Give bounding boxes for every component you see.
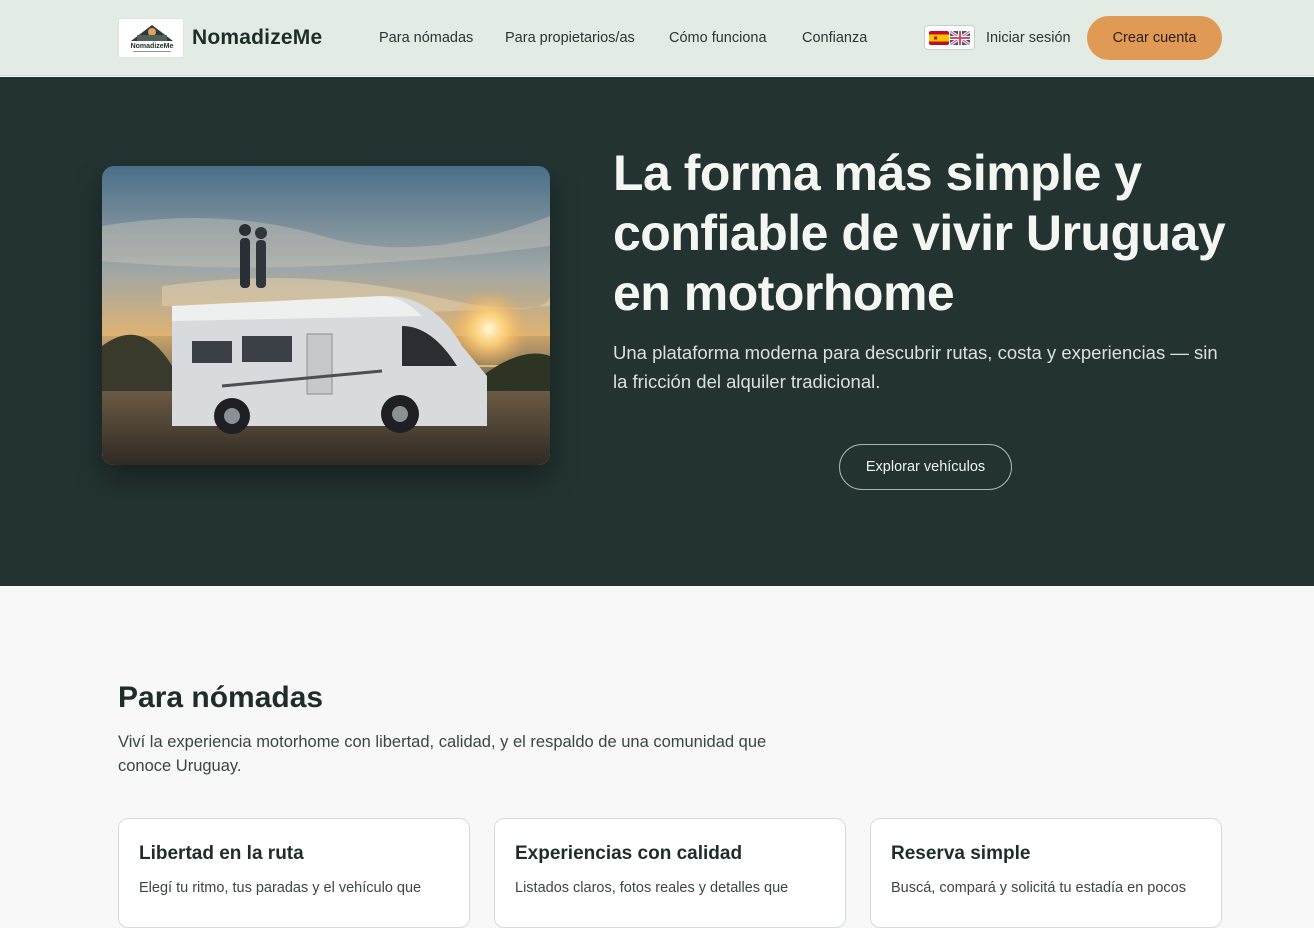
card-text: Buscá, compará y solicitá tu estadía en … (891, 880, 1186, 896)
nav-confianza[interactable]: Confianza (802, 30, 867, 46)
nav-para-propietarios[interactable]: Para propietarios/as (505, 30, 635, 46)
login-link[interactable]: Iniciar sesión (986, 30, 1071, 46)
hero-subtitle: Una plataforma moderna para descubrir ru… (613, 342, 1218, 392)
hero-title: La forma más simple y confiable de vivir… (613, 145, 1226, 321)
card-title: Libertad en la ruta (139, 843, 304, 864)
section-description: Viví la experiencia motorhome con libert… (118, 733, 767, 775)
nav-para-nomadas[interactable]: Para nómadas (379, 30, 473, 46)
card-title: Reserva simple (891, 843, 1031, 864)
top-navigation: NomadizeMe NomadizeMe Para nómadas Para … (0, 0, 1314, 76)
logo[interactable]: NomadizeMe (118, 18, 184, 58)
nav-como-funciona[interactable]: Cómo funciona (669, 30, 767, 46)
hero-image (102, 166, 550, 465)
logo-image: NomadizeMe (119, 19, 183, 57)
explore-vehicles-button[interactable]: Explorar vehículos (839, 444, 1012, 490)
card-text: Listados claros, fotos reales y detalles… (515, 880, 789, 896)
card-text: Elegí tu ritmo, tus paradas y el vehícul… (139, 880, 422, 896)
uk-flag-icon[interactable] (950, 30, 971, 45)
hero-section: La forma más simple y confiable de vivir… (0, 77, 1314, 586)
spain-flag-icon[interactable] (928, 30, 949, 45)
feature-card-libertad: Libertad en la ruta Elegí tu ritmo, tus … (118, 818, 470, 928)
svg-text:NomadizeMe: NomadizeMe (131, 43, 174, 50)
card-title: Experiencias con calidad (515, 843, 743, 864)
signup-button[interactable]: Crear cuenta (1087, 16, 1222, 60)
feature-card-experiencias: Experiencias con calidad Listados claros… (494, 818, 846, 928)
feature-card-reserva: Reserva simple Buscá, compará y solicitá… (870, 818, 1222, 928)
brand-name[interactable]: NomadizeMe (192, 26, 322, 50)
section-title: Para nómadas (118, 681, 324, 714)
language-switcher (924, 25, 975, 50)
